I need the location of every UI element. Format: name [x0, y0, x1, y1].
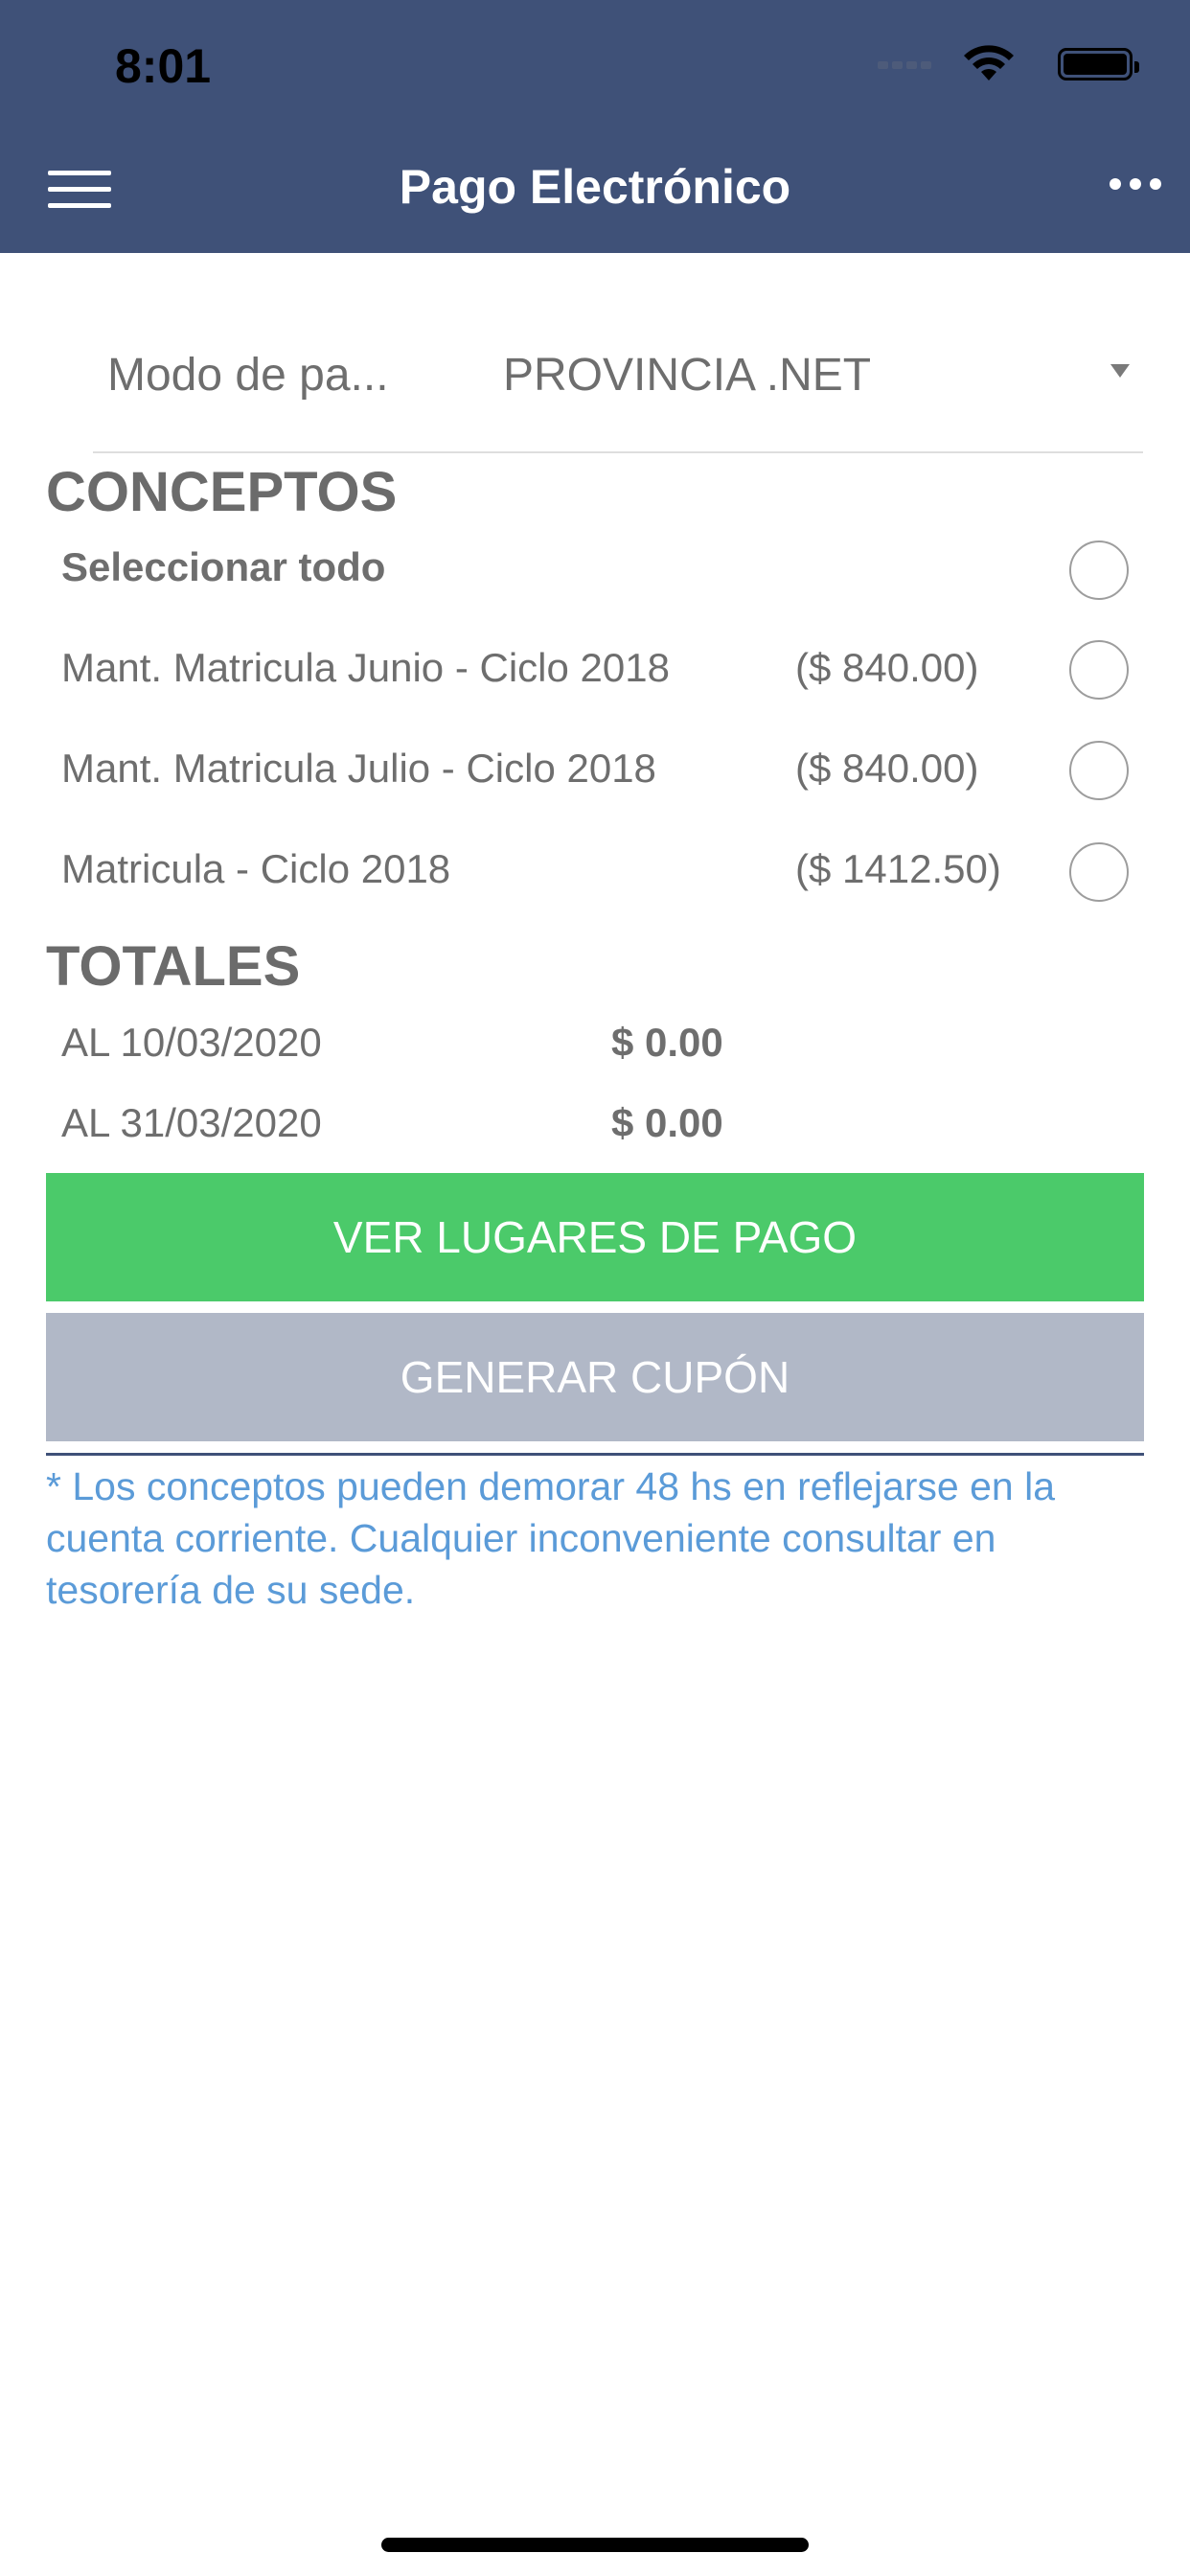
more-dots-icon[interactable]	[1110, 178, 1161, 190]
select-all-radio[interactable]	[1069, 540, 1129, 600]
generar-cupon-button[interactable]: GENERAR CUPÓN	[46, 1313, 1144, 1441]
dropdown-arrow-icon	[1110, 364, 1130, 378]
concept-item-price: ($ 840.00)	[795, 645, 979, 690]
payment-mode-label: Modo de pa...	[107, 350, 389, 401]
battery-icon	[1058, 48, 1139, 80]
concept-item-label: Matricula - Ciclo 2018	[61, 846, 451, 891]
payment-mode-value: PROVINCIA .NET	[503, 350, 872, 401]
payment-mode-dropdown[interactable]: PROVINCIA .NET	[503, 349, 1145, 406]
divider	[93, 451, 1143, 453]
conceptos-title: CONCEPTOS	[46, 461, 398, 523]
info-note: * Los conceptos pueden demorar 48 hs en …	[46, 1464, 1056, 1612]
wifi-icon	[964, 45, 1014, 80]
concept-item-label: Mant. Matricula Julio - Ciclo 2018	[61, 746, 656, 791]
concept-item-label: Mant. Matricula Junio - Ciclo 2018	[61, 645, 670, 690]
total-amount: $ 0.00	[611, 1100, 723, 1145]
concept-item-price: ($ 1412.50)	[795, 846, 1001, 891]
ver-lugares-de-pago-button[interactable]: VER LUGARES DE PAGO	[46, 1173, 1144, 1301]
app-header: 8:01 Pago Electrónico	[0, 0, 1190, 253]
total-amount: $ 0.00	[611, 1020, 723, 1065]
status-time: 8:01	[115, 39, 212, 93]
concept-item-radio[interactable]	[1069, 842, 1129, 902]
concept-item-radio[interactable]	[1069, 640, 1129, 700]
totales-title: TOTALES	[46, 935, 301, 998]
select-all-label: Seleccionar todo	[61, 544, 386, 589]
divider	[46, 1453, 1144, 1456]
total-date-label: AL 10/03/2020	[61, 1020, 322, 1065]
concept-item-radio[interactable]	[1069, 741, 1129, 800]
total-date-label: AL 31/03/2020	[61, 1100, 322, 1145]
concept-item-price: ($ 840.00)	[795, 746, 979, 791]
page-title: Pago Electrónico	[399, 160, 791, 214]
signal-icon	[878, 61, 931, 71]
home-indicator[interactable]	[381, 2538, 809, 2552]
